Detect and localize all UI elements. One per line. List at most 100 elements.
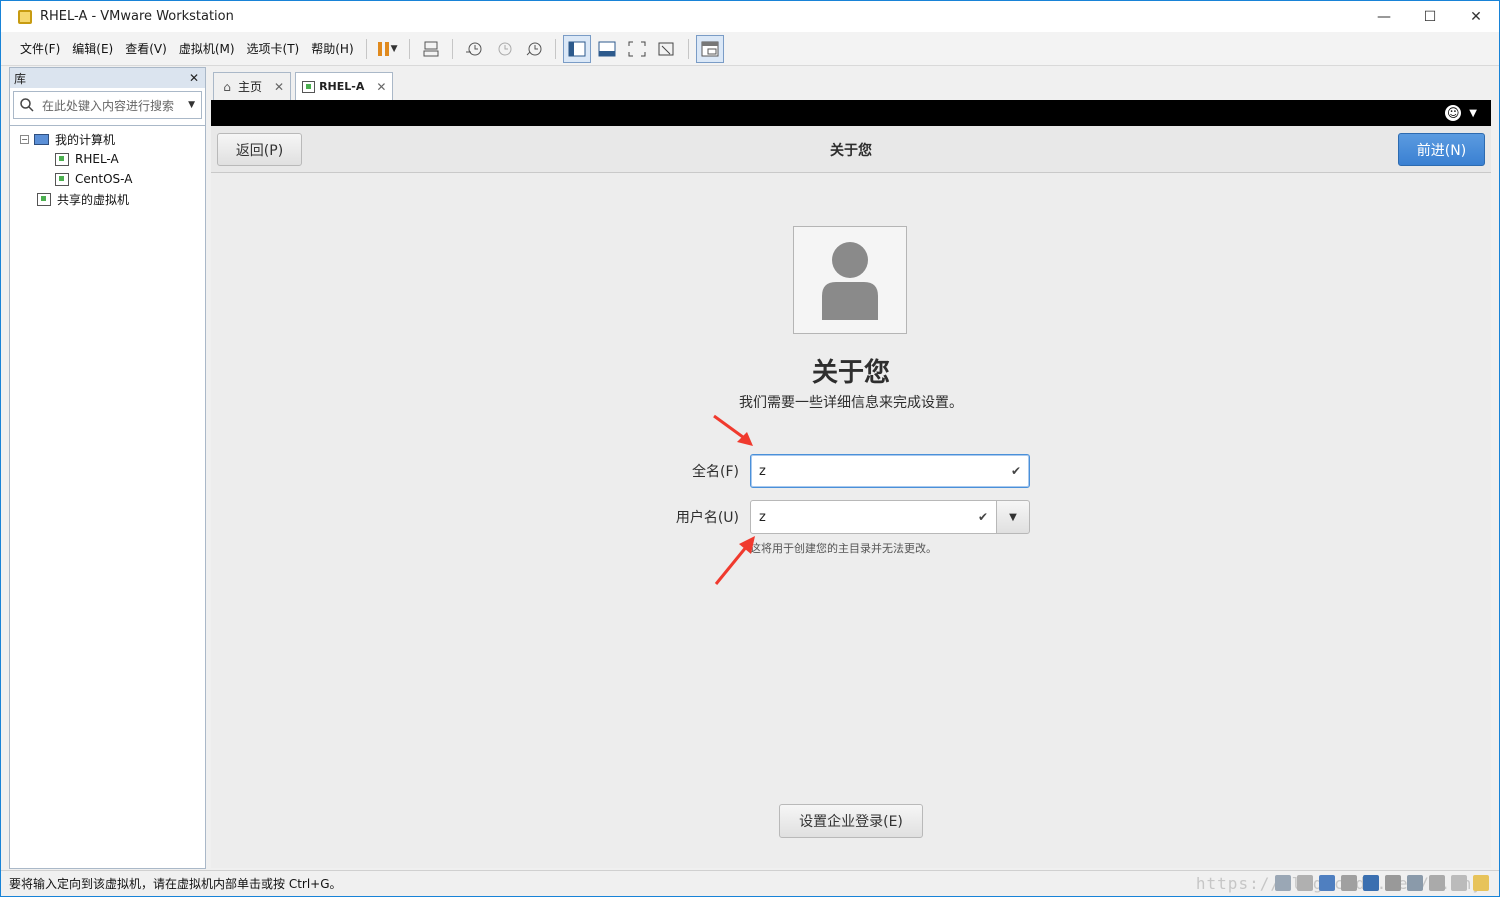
tab-home[interactable]: ⌂ 主页 ✕ [213, 72, 292, 100]
sound-card-icon[interactable] [1385, 875, 1401, 891]
library-view-icon [568, 41, 586, 56]
vm-running-icon [302, 80, 316, 93]
tree-item-my-computer[interactable]: − 我的计算机 [10, 129, 205, 149]
enterprise-login-button[interactable]: 设置企业登录(E) [779, 804, 923, 838]
maximize-button[interactable]: ☐ [1407, 1, 1453, 32]
toolbar-separator [408, 38, 410, 59]
vm-console[interactable]: ☺ ▼ 返回(P) 关于您 前进(N) 关于您 我们需要一些详细信息来完成设置。… [211, 100, 1491, 868]
tree-item-label: RHEL-A [75, 152, 119, 166]
pause-vm-button[interactable]: ▼ [374, 35, 402, 63]
header-title: 关于您 [830, 143, 872, 159]
snapshot-clock-icon [465, 42, 482, 55]
menu-edit[interactable]: 编辑(E) [66, 32, 119, 66]
username-dropdown-button[interactable]: ▼ [996, 500, 1030, 534]
thumbnail-view-icon [598, 41, 616, 56]
usb-device-icon[interactable] [1429, 875, 1445, 891]
vm-icon [55, 172, 69, 186]
chevron-down-icon[interactable]: ▼ [1469, 108, 1477, 119]
app-window: RHEL-A - VMware Workstation — ☐ ✕ 文件(F) … [0, 0, 1500, 897]
snapshot-manager-icon [526, 42, 542, 55]
status-text: 要将输入定向到该虚拟机，请在虚拟机内部单击或按 Ctrl+G。 [9, 877, 342, 891]
window-title: RHEL-A - VMware Workstation [40, 9, 234, 24]
fullname-label: 全名(F) [692, 464, 739, 480]
computer-icon [34, 133, 49, 145]
username-hint: 这将用于创建您的主目录并无法更改。 [750, 542, 937, 555]
user-avatar-icon [822, 242, 878, 320]
chevron-down-icon: ▼ [390, 43, 398, 54]
username-field[interactable]: z ✔ [750, 500, 997, 534]
vmware-app-icon [18, 9, 32, 24]
library-tree: − 我的计算机 RHEL-A CentOS-A 共享的虚拟机 [10, 125, 205, 209]
show-library-button[interactable] [562, 34, 591, 63]
toolbar-separator [554, 38, 556, 59]
username-label: 用户名(U) [675, 510, 739, 526]
menu-vm[interactable]: 虚拟机(M) [173, 32, 241, 66]
close-window-button[interactable]: ✕ [1453, 1, 1499, 32]
tree-item-centos-a[interactable]: CentOS-A [10, 169, 205, 189]
title-bar: RHEL-A - VMware Workstation — ☐ ✕ [1, 1, 1499, 32]
tree-item-label: 共享的虚拟机 [57, 192, 130, 207]
search-dropdown-icon[interactable]: ▼ [188, 100, 195, 110]
minimize-button[interactable]: — [1361, 1, 1407, 32]
unity-icon [658, 42, 674, 55]
library-close-icon[interactable]: ✕ [189, 71, 199, 85]
network-keys-icon [423, 41, 439, 56]
hard-disk-icon[interactable] [1275, 875, 1291, 891]
fullname-value: z [759, 463, 766, 479]
menu-view[interactable]: 查看(V) [119, 32, 173, 66]
fullscreen-icon [628, 41, 646, 56]
snapshot-manager-button[interactable] [520, 35, 548, 63]
tab-close-icon[interactable]: ✕ [274, 80, 284, 94]
network-adapter-icon[interactable] [1319, 875, 1335, 891]
tree-item-rhel-a[interactable]: RHEL-A [10, 149, 205, 169]
revert-clock-icon [498, 42, 512, 55]
search-icon [20, 98, 34, 112]
library-panel: 库 ✕ 在此处键入内容进行搜索 ▼ − 我的计算机 RHEL-A CentOS-… [9, 67, 206, 869]
tree-item-label: 我的计算机 [55, 132, 116, 147]
collapse-icon[interactable]: − [20, 134, 29, 144]
checkmark-icon: ✔ [977, 510, 988, 524]
accessibility-icon[interactable]: ☺ [1445, 105, 1462, 121]
tab-rhel-a[interactable]: RHEL-A ✕ [295, 72, 394, 100]
send-ctrl-alt-del-button[interactable] [417, 35, 445, 63]
search-placeholder: 在此处键入内容进行搜索 [42, 98, 175, 113]
chevron-down-icon: ▼ [1009, 511, 1017, 523]
library-header: 库 ✕ [10, 68, 205, 88]
tab-strip: ⌂ 主页 ✕ RHEL-A ✕ [213, 72, 397, 100]
page-heading: 关于您 [811, 358, 890, 388]
tab-label: 主页 [238, 80, 263, 94]
unity-button[interactable] [653, 35, 681, 63]
full-screen-button[interactable] [623, 35, 651, 63]
annotation-arrow-icon [714, 536, 755, 585]
camera-icon[interactable] [1407, 875, 1423, 891]
next-button[interactable]: 前进(N) [1398, 133, 1485, 166]
home-icon: ⌂ [223, 79, 231, 94]
page-subheading: 我们需要一些详细信息来完成设置。 [739, 395, 963, 411]
printer-icon[interactable] [1341, 875, 1357, 891]
console-view-button[interactable] [695, 34, 724, 63]
menu-help[interactable]: 帮助(H) [305, 32, 359, 66]
shared-vms-icon [37, 192, 51, 206]
cd-rom-icon[interactable] [1297, 875, 1313, 891]
status-bar: 要将输入定向到该虚拟机，请在虚拟机内部单击或按 Ctrl+G。 https://… [1, 870, 1499, 896]
revert-snapshot-button[interactable] [490, 35, 518, 63]
show-thumbnail-bar-button[interactable] [593, 35, 621, 63]
toolbar-separator [451, 38, 453, 59]
library-title: 库 [14, 71, 27, 86]
fullname-field[interactable]: z ✔ [750, 454, 1030, 488]
message-log-icon[interactable] [1473, 875, 1489, 891]
tab-label: RHEL-A [319, 80, 365, 93]
menu-tabs[interactable]: 选项卡(T) [241, 32, 306, 66]
snapshot-button[interactable] [460, 35, 488, 63]
tree-item-shared-vms[interactable]: 共享的虚拟机 [10, 189, 205, 209]
pause-icon [377, 41, 389, 56]
device-status-icons [1275, 875, 1489, 891]
checkmark-icon: ✔ [1010, 464, 1021, 478]
library-search-input[interactable]: 在此处键入内容进行搜索 ▼ [13, 91, 202, 119]
display-icon[interactable] [1451, 875, 1467, 891]
menu-file[interactable]: 文件(F) [14, 32, 66, 66]
tab-close-icon[interactable]: ✕ [376, 80, 386, 94]
avatar-button[interactable] [793, 226, 907, 334]
usb-controller-icon[interactable] [1363, 875, 1379, 891]
tree-item-label: CentOS-A [75, 172, 133, 186]
